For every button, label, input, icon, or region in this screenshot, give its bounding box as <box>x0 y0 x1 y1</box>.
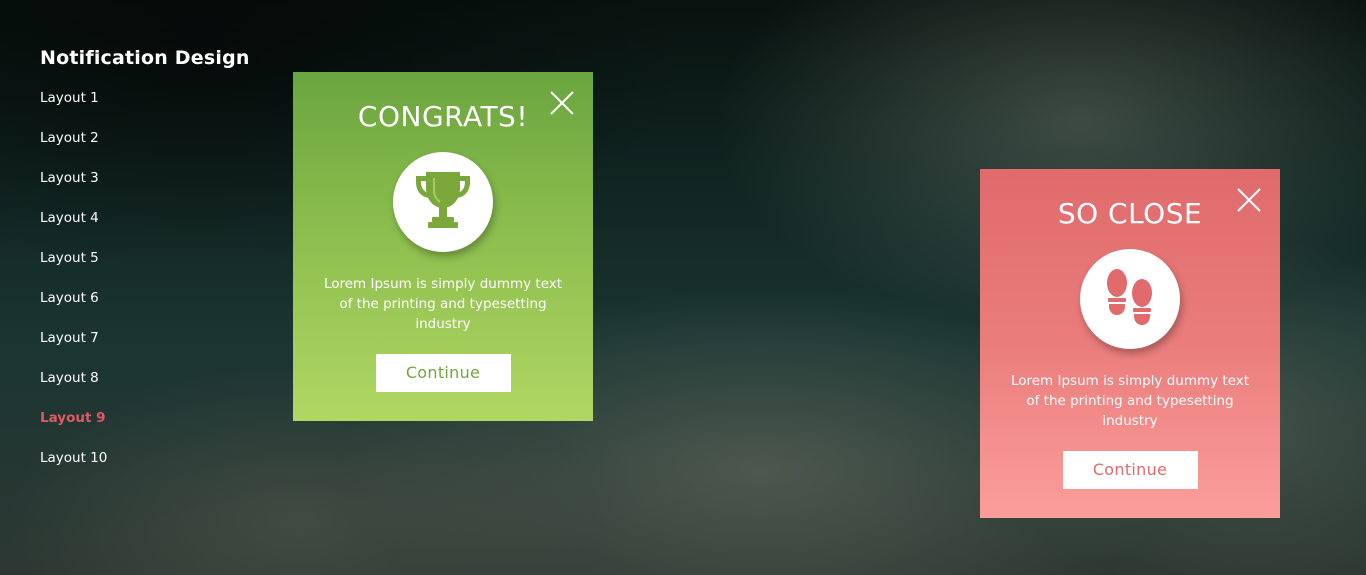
notification-title: SO CLOSE <box>1057 197 1203 230</box>
sidebar-item-layout-8[interactable]: Layout 8 <box>40 368 270 408</box>
sidebar-title: Notification Design <box>40 47 250 69</box>
close-icon[interactable] <box>1236 187 1262 213</box>
sidebar-list: Layout 1 Layout 2 Layout 3 Layout 4 Layo… <box>40 88 270 488</box>
sidebar-item-layout-9[interactable]: Layout 9 <box>40 408 270 448</box>
sidebar-item-layout-2[interactable]: Layout 2 <box>40 128 270 168</box>
trophy-icon <box>412 168 474 236</box>
sidebar-item-layout-4[interactable]: Layout 4 <box>40 208 270 248</box>
sidebar-item-layout-5[interactable]: Layout 5 <box>40 248 270 288</box>
so-close-notification: SO CLOSE Lorem Ipsum is simply dummy tex… <box>980 169 1280 518</box>
sidebar-item-layout-3[interactable]: Layout 3 <box>40 168 270 208</box>
icon-badge <box>1080 249 1180 349</box>
sidebar: Notification Design Layout 1 Layout 2 La… <box>40 44 270 488</box>
sidebar-item-layout-1[interactable]: Layout 1 <box>40 88 270 128</box>
notification-message: Lorem Ipsum is simply dummy text of the … <box>323 276 563 332</box>
notification-title: CONGRATS! <box>357 100 529 133</box>
congrats-notification: CONGRATS! Lorem Ipsum is simply dummy te… <box>293 72 593 421</box>
footprints-icon <box>1102 268 1158 330</box>
sidebar-item-layout-10[interactable]: Layout 10 <box>40 448 270 488</box>
close-icon[interactable] <box>549 90 575 116</box>
sidebar-item-layout-6[interactable]: Layout 6 <box>40 288 270 328</box>
notification-message: Lorem Ipsum is simply dummy text of the … <box>1010 373 1250 429</box>
icon-badge <box>393 152 493 252</box>
continue-button[interactable]: Continue <box>375 354 511 392</box>
sidebar-item-layout-7[interactable]: Layout 7 <box>40 328 270 368</box>
continue-button[interactable]: Continue <box>1062 451 1198 489</box>
